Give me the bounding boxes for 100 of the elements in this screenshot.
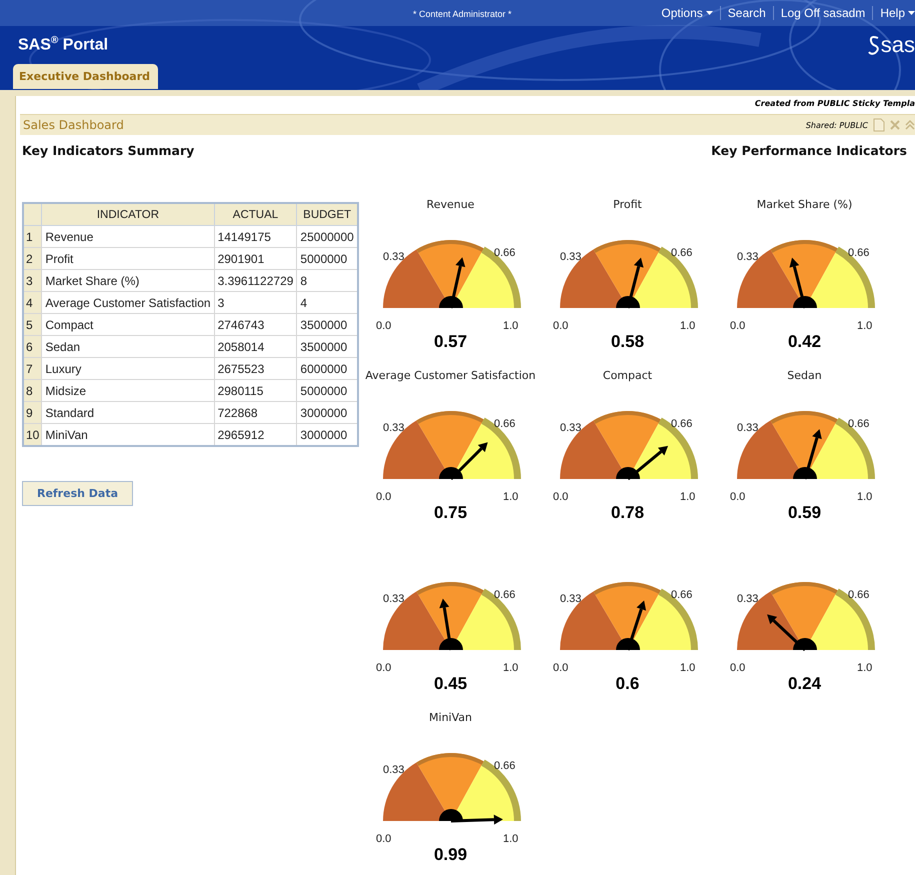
- needle-hub: [438, 296, 462, 308]
- header-link[interactable]: Search: [728, 6, 766, 20]
- gauge-needle: [788, 258, 806, 308]
- table-cell: Sedan: [42, 336, 214, 358]
- table-cell: Compact: [42, 314, 214, 336]
- scale-label: 0.0: [376, 491, 391, 503]
- row-number: 4: [23, 292, 42, 314]
- row-number: 5: [23, 314, 42, 336]
- table-cell: 2058014: [214, 336, 297, 358]
- needle-hub: [792, 296, 816, 308]
- refresh-button[interactable]: Refresh Data: [22, 481, 133, 506]
- template-note: Created from PUBLIC Sticky Templa: [754, 98, 915, 110]
- table-cell: 2901901: [214, 248, 297, 270]
- scale-label: 0.33: [736, 251, 758, 263]
- table-cell: 3: [214, 292, 297, 314]
- column-header: INDICATOR: [42, 203, 214, 226]
- shared-label: Shared: PUBLIC: [806, 120, 868, 130]
- table-cell: Luxury: [42, 358, 214, 380]
- gauge-needle: [766, 614, 806, 652]
- swoosh-logo-icon: [868, 35, 880, 55]
- scale-label: 0.0: [552, 662, 568, 674]
- gauge-title: Revenue: [426, 198, 474, 212]
- table-cell: Standard: [42, 402, 214, 424]
- table-cell: 2746743: [214, 314, 297, 336]
- scale-label: 0.66: [670, 589, 692, 601]
- table-cell: Market Share (%): [42, 270, 214, 292]
- needle-hub: [438, 809, 462, 821]
- gauge-title: Market Share (%): [756, 198, 852, 212]
- gauge-needle: [449, 442, 488, 480]
- scale-label: 1.0: [502, 320, 518, 332]
- header-link[interactable]: Options: [661, 6, 713, 20]
- table-cell: Midsize: [42, 380, 214, 402]
- portal-title: SAS$^{®}$ Portal: [18, 35, 108, 55]
- scale-label: 1.0: [856, 320, 872, 332]
- scale-label: 0.66: [848, 418, 869, 430]
- scale-label: 0.33: [382, 764, 404, 776]
- row-number: 9: [23, 402, 42, 424]
- row-number: 10: [23, 424, 42, 446]
- scale-label: 0.66: [494, 589, 515, 601]
- scale-label: 0.0: [730, 662, 745, 674]
- page-icon[interactable]: [873, 118, 885, 132]
- scale-label: 0.0: [730, 491, 745, 503]
- header-link[interactable]: Help: [880, 6, 915, 20]
- scale-label: 0.33: [560, 251, 581, 263]
- table-cell: Revenue: [42, 226, 214, 248]
- column-header: [23, 203, 42, 226]
- row-number: 8: [23, 380, 42, 402]
- scale-label: 0.66: [494, 247, 515, 259]
- scale-label: 0.33: [382, 422, 404, 434]
- close-icon[interactable]: [890, 120, 900, 130]
- gauge-needle: [449, 257, 465, 308]
- column-header: BUDGET: [296, 203, 358, 226]
- scale-label: 1.0: [680, 662, 695, 674]
- section-heading: Key Performance Indicators: [711, 143, 907, 158]
- scale-label: 1.0: [502, 491, 518, 503]
- scale-label: 0.66: [494, 760, 515, 772]
- gauge-needle: [803, 429, 822, 480]
- scale-label: 0.33: [736, 593, 758, 605]
- scale-label: 0.0: [730, 320, 745, 332]
- table-cell: 3.3961122729: [214, 270, 297, 292]
- gauge-value: 0.78: [610, 503, 644, 523]
- gauge-value: 0.45: [434, 674, 468, 694]
- column-header: ACTUAL: [214, 203, 297, 226]
- header-link[interactable]: Log Off sasadm: [780, 6, 866, 20]
- gauge-title: Sedan: [787, 369, 822, 383]
- scale-label: 0.66: [670, 418, 692, 430]
- gauge-title: Average Customer Satisfaction: [365, 369, 536, 383]
- scale-label: 0.66: [670, 247, 692, 259]
- scale-label: 0.0: [376, 833, 391, 845]
- table-cell: 2980115: [214, 380, 297, 402]
- caret-icon: [706, 11, 713, 15]
- logo-text: sas: [880, 34, 915, 56]
- gauge-needle: [626, 446, 668, 480]
- portlet-title: Sales Dashboard: [23, 118, 124, 132]
- table-cell: Profit: [42, 248, 214, 270]
- scale-label: 0.0: [552, 491, 568, 503]
- caret-icon: [908, 11, 915, 15]
- scale-label: 0.33: [560, 422, 581, 434]
- scale-label: 0.0: [376, 662, 391, 674]
- gauge-needle: [626, 600, 646, 650]
- table-cell: Average Customer Satisfaction: [42, 292, 214, 314]
- row-number: 7: [23, 358, 42, 380]
- gauge-value: 0.24: [788, 674, 822, 694]
- scale-label: 0.66: [494, 418, 515, 430]
- dashboard-tab[interactable]: Executive Dashboard: [13, 64, 158, 89]
- scale-label: 1.0: [856, 491, 872, 503]
- gauge-needle: [450, 814, 502, 825]
- collapse-icon[interactable]: [905, 119, 915, 131]
- scale-label: 0.33: [382, 251, 404, 263]
- row-number: 3: [23, 270, 42, 292]
- scale-label: 0.0: [552, 320, 568, 332]
- role-label: * Content Administrator *: [413, 9, 512, 19]
- needle-hub: [438, 467, 462, 479]
- scale-label: 1.0: [680, 320, 695, 332]
- gauge-title: Profit: [613, 198, 642, 212]
- needle-hub: [616, 467, 640, 479]
- gauge-value: 0.57: [434, 332, 468, 352]
- scale-label: 1.0: [502, 662, 518, 674]
- table-cell: 14149175: [214, 226, 297, 248]
- needle-hub: [792, 467, 816, 479]
